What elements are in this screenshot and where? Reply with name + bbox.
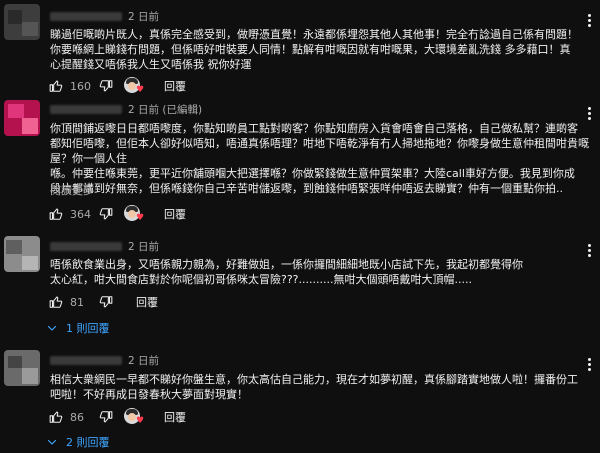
- avatar[interactable]: [4, 350, 40, 386]
- author-name[interactable]: [50, 104, 122, 114]
- comment-actions: 364 ♥ 回覆: [48, 204, 186, 224]
- reply-button[interactable]: 回覆: [164, 409, 186, 425]
- comment-actions: 160 ♥ 回覆: [48, 76, 186, 96]
- creator-heart-icon: ♥: [124, 204, 148, 224]
- view-replies-button[interactable]: 2 則回覆: [46, 431, 110, 453]
- creator-heart-icon: ♥: [124, 76, 148, 96]
- replies-count: 2 則回覆: [66, 436, 110, 449]
- comment-timestamp[interactable]: 2 日前: [128, 353, 159, 368]
- reply-button[interactable]: 回覆: [136, 294, 158, 310]
- thumb-down-icon[interactable]: [98, 206, 114, 222]
- chevron-down-icon: [47, 439, 57, 445]
- comment-timestamp[interactable]: 2 日前: [128, 9, 159, 24]
- thumb-down-icon[interactable]: [98, 409, 114, 425]
- comment-header: 2 日前: [50, 238, 159, 254]
- like-count: 364: [70, 207, 91, 221]
- more-vert-icon[interactable]: [586, 14, 592, 27]
- comment-text: 睇過佢嘅啲片既人，真係完全感受到，做嘢憑直覺！永遠都係埋怨其他人其他事！完全冇諗…: [50, 28, 578, 71]
- creator-heart-icon: ♥: [124, 407, 148, 427]
- read-more-link[interactable]: 閱讀更多: [50, 182, 94, 198]
- chevron-down-icon: [47, 325, 57, 331]
- author-name[interactable]: [50, 241, 122, 251]
- comment-timestamp[interactable]: 2 日前: [128, 239, 159, 254]
- thumb-up-icon[interactable]: [48, 78, 64, 94]
- more-vert-icon[interactable]: [586, 358, 592, 371]
- thumb-down-icon[interactable]: [98, 294, 114, 310]
- like-count: 160: [70, 79, 91, 93]
- avatar[interactable]: [4, 236, 40, 272]
- more-vert-icon[interactable]: [586, 244, 592, 257]
- thumb-up-icon[interactable]: [48, 294, 64, 310]
- comment-header: 2 日前: [50, 8, 159, 24]
- like-count: 81: [70, 295, 84, 309]
- thumb-down-icon[interactable]: [98, 78, 114, 94]
- thumb-up-icon[interactable]: [48, 409, 64, 425]
- comment-header: 2 日前 (已編輯): [50, 101, 202, 117]
- replies-count: 1 則回覆: [66, 322, 110, 335]
- comment-header: 2 日前: [50, 352, 159, 368]
- comment-text: 唔係飲食業出身，又唔係親力親為，好難做姐，一係你攞間細細地既小店試下先，我起初都…: [50, 258, 523, 286]
- avatar[interactable]: [4, 100, 40, 136]
- thumb-up-icon[interactable]: [48, 206, 64, 222]
- like-count: 86: [70, 410, 84, 424]
- comment-timestamp[interactable]: 2 日前 (已編輯): [128, 102, 202, 117]
- reply-button[interactable]: 回覆: [164, 78, 186, 94]
- author-name[interactable]: [50, 355, 122, 365]
- comment-text: 相信大衆網民一早都不睇好你盤生意，你太高估自己能力，現在才如夢初醒，真係腳踏實地…: [50, 373, 578, 401]
- more-vert-icon[interactable]: [586, 107, 592, 120]
- reply-button[interactable]: 回覆: [164, 206, 186, 222]
- comment-actions: 81 回覆: [48, 292, 158, 312]
- avatar[interactable]: [4, 4, 40, 40]
- comment-text: 你頂間鋪返嚟日日都唔嚟度，你點知啲員工點對啲客？你點知廚房入貨會唔會自己落格，自…: [50, 122, 589, 195]
- view-replies-button[interactable]: 1 則回覆: [46, 317, 110, 339]
- comment-actions: 86 ♥ 回覆: [48, 407, 186, 427]
- author-name[interactable]: [50, 11, 122, 21]
